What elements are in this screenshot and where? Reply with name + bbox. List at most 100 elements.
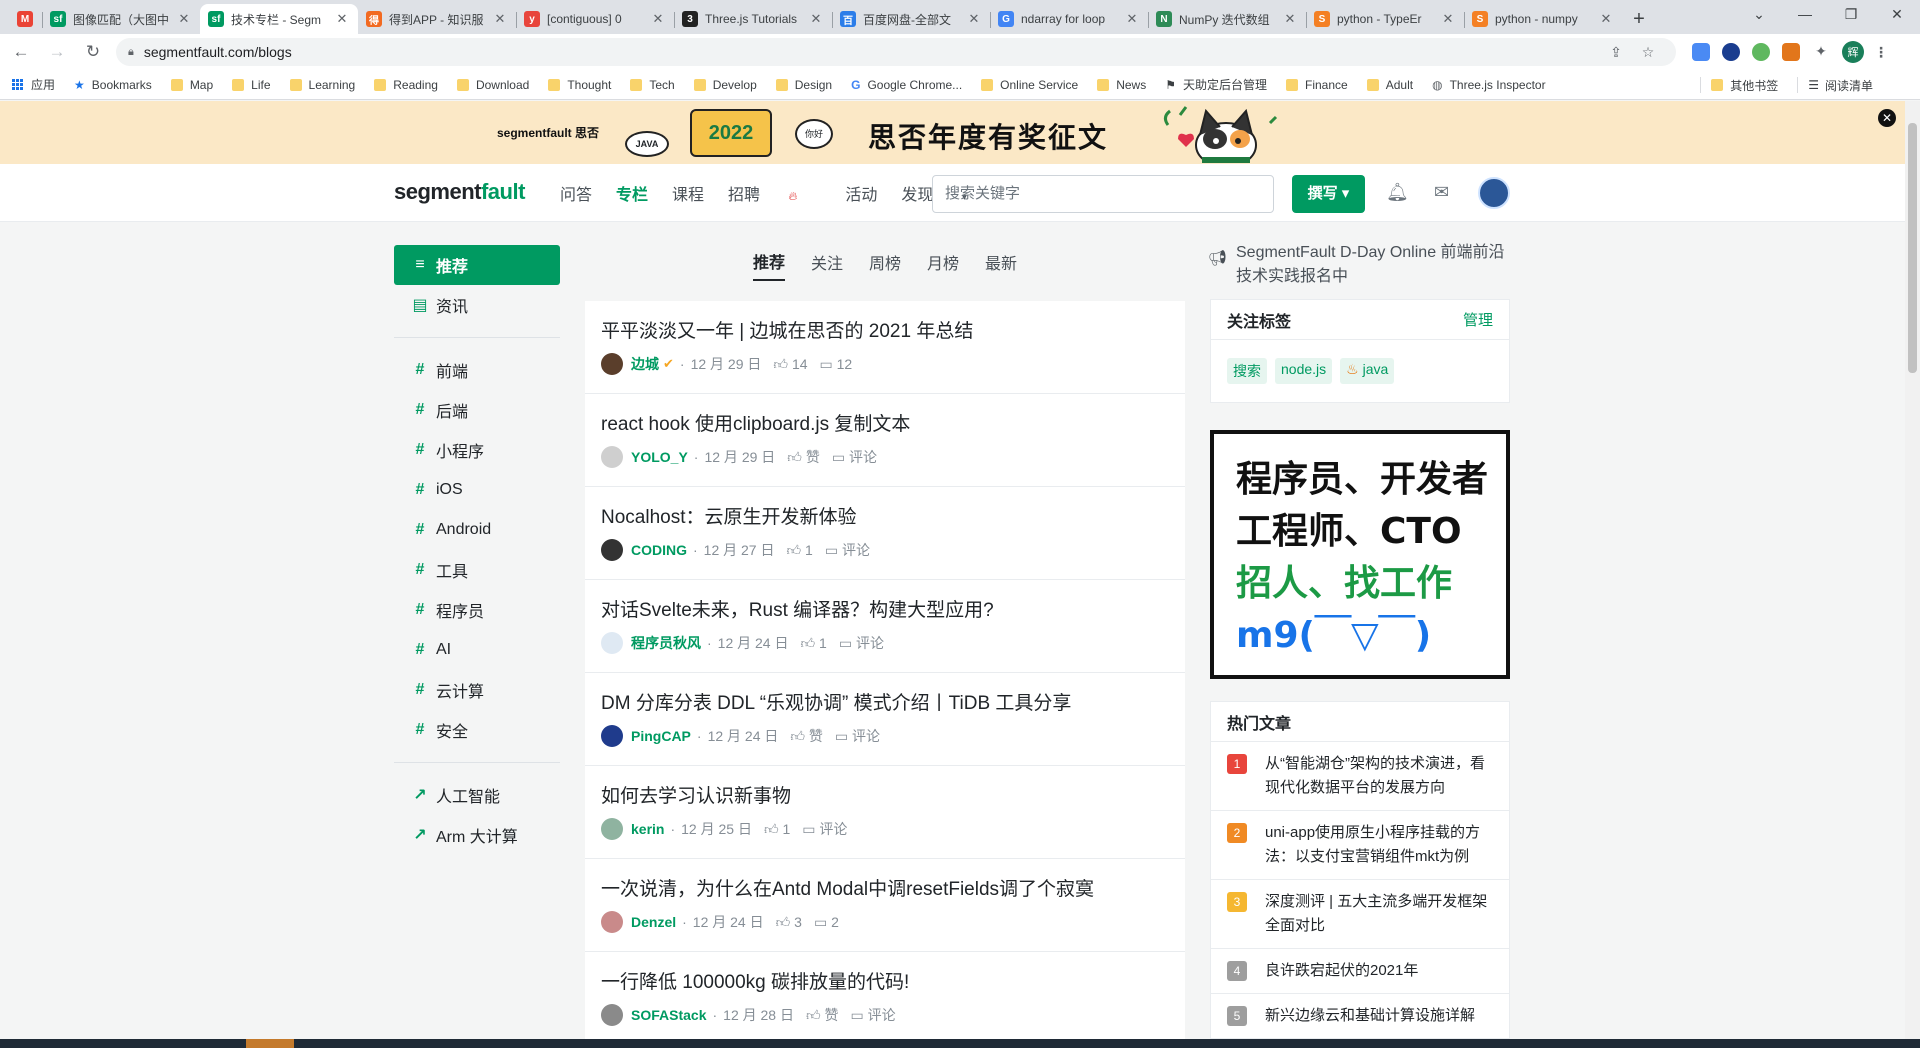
menu-kebab-icon[interactable]: ⋮: [1870, 44, 1892, 61]
reading-list[interactable]: ☰ 阅读清单: [1808, 77, 1873, 94]
comment-button[interactable]: ▭ 评论: [839, 633, 884, 653]
author-avatar[interactable]: [601, 818, 623, 840]
article-item[interactable]: 一行降低 100000kg 碳排放量的代码! SOFAStack · 12 月 28 …: [585, 952, 1185, 1039]
like-button[interactable]: 👍︎ 1: [801, 635, 827, 652]
manage-link[interactable]: 管理: [1463, 309, 1493, 330]
tab-close-icon[interactable]: ✕: [650, 11, 666, 27]
browser-tab[interactable]: y [contiguous] 0 ✕: [516, 4, 674, 34]
extension-icon[interactable]: [1692, 43, 1710, 61]
extension-check-icon[interactable]: [1722, 43, 1740, 61]
sidebar-link-ai[interactable]: ↗ 人工智能: [394, 775, 560, 815]
article-item[interactable]: 对话Svelte未来，Rust 编译器？构建大型应用? 程序员秋风 · 12 月 24…: [585, 580, 1185, 673]
nav-events[interactable]: 活动: [845, 181, 877, 205]
bookmark-item[interactable]: Thought: [548, 78, 611, 92]
article-item[interactable]: react hook 使用clipboard.js 复制文本 YOLO_Y · 12 …: [585, 394, 1185, 487]
tab-close-icon[interactable]: ✕: [966, 11, 982, 27]
bookmark-item[interactable]: Life: [232, 78, 271, 92]
new-tab-button[interactable]: +: [1622, 4, 1656, 34]
article-title[interactable]: 对话Svelte未来，Rust 编译器？构建大型应用?: [601, 595, 1169, 622]
author-avatar[interactable]: [601, 539, 623, 561]
author-name[interactable]: SOFAStack: [631, 1007, 706, 1023]
recruit-ad[interactable]: 程序员、开发者 工程师、CTO 招人、找工作 m9(￣▽￣): [1210, 430, 1510, 679]
comment-button[interactable]: ▭ 12: [820, 356, 853, 373]
browser-tab[interactable]: Spython - TypeEr ✕: [1306, 4, 1464, 34]
bookmark-item[interactable]: Learning: [289, 78, 355, 92]
address-bar[interactable]: 🔒︎ segmentfault.com/blogs ⇪ ☆: [116, 38, 1676, 66]
nav-courses[interactable]: 课程: [672, 181, 704, 205]
write-button[interactable]: 撰写 ▾: [1292, 175, 1365, 213]
bookmark-item[interactable]: G Google Chrome...: [851, 78, 962, 92]
hot-article-item[interactable]: 2 uni-app使用原生小程序挂载的方法：以支付宝营销组件mkt为例: [1211, 811, 1509, 880]
tab-latest[interactable]: 最新: [985, 250, 1017, 280]
tab-recommend[interactable]: 推荐: [752, 249, 785, 281]
bookmark-item[interactable]: Online Service: [981, 78, 1078, 92]
reload-icon[interactable]: ↻: [78, 42, 108, 62]
author-avatar[interactable]: [601, 911, 623, 933]
banner-close-button[interactable]: ✕: [1878, 109, 1896, 127]
like-button[interactable]: 👍︎ 赞: [787, 447, 820, 467]
bookmark-other[interactable]: 其他书签: [1711, 77, 1778, 94]
comment-button[interactable]: ▭ 评论: [825, 540, 870, 560]
article-title[interactable]: 一行降低 100000kg 碳排放量的代码!: [601, 967, 1169, 994]
sidebar-tag-item[interactable]: # 安全: [394, 710, 560, 750]
back-icon[interactable]: ←: [6, 42, 36, 62]
sidebar-tag-item[interactable]: # 后端: [394, 390, 560, 430]
browser-tab[interactable]: 得得到APP - 知识服 ✕: [358, 4, 516, 34]
bookmark-item[interactable]: Finance: [1286, 78, 1348, 92]
comment-button[interactable]: ▭ 评论: [832, 447, 877, 467]
like-button[interactable]: 👍︎ 赞: [790, 726, 823, 746]
article-title[interactable]: 一次说清，为什么在Antd Modal中调resetFields调了个寂寞: [601, 874, 1169, 901]
article-item[interactable]: Nocalhost：云原生开发新体验 CODING · 12 月 27 日 👍︎ 1 ▭ …: [585, 487, 1185, 580]
browser-tab[interactable]: Spython - numpy ✕: [1464, 4, 1622, 34]
hot-article-item[interactable]: 5 新兴边缘云和基础计算设施详解: [1211, 994, 1509, 1039]
sidebar-tag-item[interactable]: # Android: [394, 510, 560, 550]
tag-search[interactable]: 搜索: [1227, 358, 1267, 384]
bookmark-item[interactable]: Tech: [630, 78, 675, 92]
like-button[interactable]: 👍︎ 3: [776, 914, 802, 931]
author-name[interactable]: YOLO_Y: [631, 449, 688, 465]
bookmark-item[interactable]: Design: [775, 78, 832, 92]
bookmark-item[interactable]: Map: [170, 78, 213, 92]
sidebar-item-news[interactable]: ▤ 资讯: [394, 285, 560, 325]
bookmark-item[interactable]: ★ Bookmarks: [74, 78, 152, 92]
tag-java[interactable]: ♨ java: [1340, 358, 1395, 384]
like-button[interactable]: 👍︎ 14: [773, 356, 807, 373]
article-title[interactable]: 如何去学习认识新事物: [601, 781, 1169, 808]
bookmark-item[interactable]: Develop: [693, 78, 757, 92]
mail-icon[interactable]: ✉: [1434, 182, 1449, 203]
scrollbar[interactable]: [1905, 101, 1920, 1039]
browser-tab[interactable]: 3 Three.js Tutorials ✕: [674, 4, 832, 34]
bookmark-item[interactable]: Download: [456, 78, 529, 92]
browser-tab[interactable]: sf 图像匹配（大图中 ✕: [42, 4, 200, 34]
author-name[interactable]: 边城: [631, 354, 659, 374]
article-title[interactable]: 平平淡淡又一年 | 边城在思否的 2021 年总结: [601, 316, 1169, 343]
article-title[interactable]: DM 分库分表 DDL “乐观协调” 模式介绍丨TiDB 工具分享: [601, 688, 1169, 715]
bell-icon[interactable]: 🔔︎: [1386, 182, 1409, 203]
author-avatar[interactable]: [601, 725, 623, 747]
browser-tab[interactable]: M: [8, 4, 42, 34]
comment-button[interactable]: ▭ 评论: [835, 726, 880, 746]
author-name[interactable]: 程序员秋风: [631, 633, 701, 653]
tab-search-icon[interactable]: ⌄: [1736, 0, 1782, 30]
sidebar-tag-item[interactable]: # 前端: [394, 350, 560, 390]
close-window-button[interactable]: ✕: [1874, 0, 1920, 30]
puzzle-icon[interactable]: ✦: [1812, 43, 1830, 61]
tab-weekly[interactable]: 周榜: [869, 250, 901, 280]
tab-close-icon[interactable]: ✕: [1440, 11, 1456, 27]
event-banner[interactable]: segmentfault 思否 JAVA 2022 你好 思否年度有奖征文 ✕: [0, 101, 1905, 164]
sidebar-tag-item[interactable]: # AI: [394, 630, 560, 670]
browser-tab[interactable]: N NumPy 迭代数组 ✕: [1148, 4, 1306, 34]
article-item[interactable]: 如何去学习认识新事物 kerin · 12 月 25 日 👍︎ 1 ▭ 评论: [585, 766, 1185, 859]
sidebar-tag-item[interactable]: # iOS: [394, 470, 560, 510]
browser-tab[interactable]: 百百度网盘-全部文 ✕: [832, 4, 990, 34]
sidebar-tag-item[interactable]: # 程序员: [394, 590, 560, 630]
tab-close-icon[interactable]: ✕: [1124, 11, 1140, 27]
article-title[interactable]: Nocalhost：云原生开发新体验: [601, 502, 1169, 529]
forward-icon[interactable]: →: [42, 42, 72, 62]
hot-article-item[interactable]: 4 良许跌宕起伏的2021年: [1211, 949, 1509, 994]
minimize-button[interactable]: —: [1782, 0, 1828, 30]
nav-jobs[interactable]: 招聘 🔥︎: [728, 181, 821, 205]
sidebar-tag-item[interactable]: # 云计算: [394, 670, 560, 710]
bookmark-item[interactable]: Adult: [1366, 78, 1413, 92]
hot-article-item[interactable]: 3 深度测评 | 五大主流多端开发框架全面对比: [1211, 880, 1509, 949]
